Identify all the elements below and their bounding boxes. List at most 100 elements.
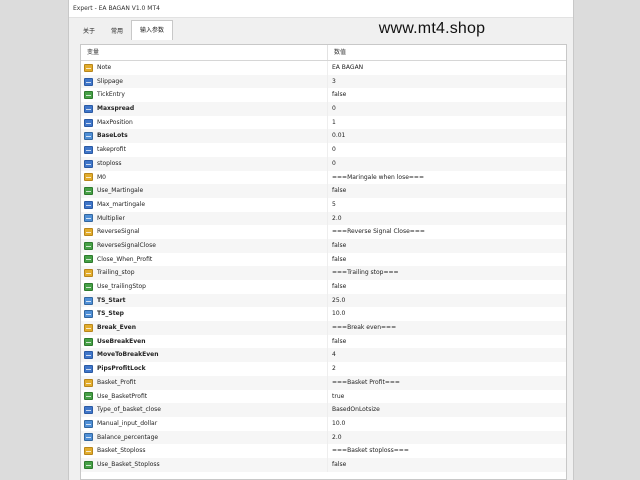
table-row[interactable]: Use_trailingStop false <box>81 280 566 294</box>
value-cell[interactable]: false <box>328 458 566 472</box>
table-row[interactable]: Use_BasketProfit true <box>81 389 566 404</box>
table-row[interactable]: stoploss 0 <box>81 156 566 171</box>
table-row[interactable]: MoveToBreakEven 4 <box>81 348 566 363</box>
variable-cell[interactable]: Max_martingale <box>81 197 328 212</box>
value-cell[interactable]: 0 <box>328 157 566 171</box>
value-cell[interactable]: false <box>328 253 566 267</box>
value-cell[interactable]: 4 <box>328 348 566 362</box>
table-row[interactable]: Basket_Stoploss ===Basket stoploss=== <box>81 444 566 458</box>
table-row[interactable]: Trailing_stop ===Trailing stop=== <box>81 266 566 280</box>
table-row[interactable]: ReverseSignal ===Reverse Signal Close=== <box>81 225 566 239</box>
variable-cell[interactable]: Multiplier <box>81 211 328 226</box>
tab-common[interactable]: 常用 <box>103 23 131 40</box>
column-header-value[interactable]: 数值 <box>328 45 566 60</box>
table-row[interactable]: ReverseSignalClose false <box>81 238 566 253</box>
variable-cell[interactable]: Use_Basket_Stoploss <box>81 457 328 472</box>
value-cell[interactable]: 5 <box>328 198 566 212</box>
inputs-table: 变量 数值 Note EA BAGAN Slippage 3 TickEntry fals… <box>80 44 567 480</box>
variable-cell[interactable]: Note <box>81 61 328 75</box>
column-header-variable[interactable]: 变量 <box>81 45 328 60</box>
table-row[interactable]: MaxPosition 1 <box>81 115 566 130</box>
table-row[interactable]: Close_When_Profit false <box>81 252 566 267</box>
table-row[interactable]: Type_of_basket_close BasedOnLotsize <box>81 403 566 417</box>
value-cell[interactable]: 2.0 <box>328 212 566 226</box>
variable-cell[interactable]: Use_trailingStop <box>81 280 328 294</box>
variable-cell[interactable]: MoveToBreakEven <box>81 348 328 363</box>
table-row[interactable]: UseBreakEven false <box>81 334 566 349</box>
table-row[interactable]: Slippage 3 <box>81 74 566 89</box>
value-cell[interactable]: ===Break even=== <box>328 321 566 335</box>
value-cell[interactable]: ===Basket stoploss=== <box>328 444 566 458</box>
value-cell[interactable]: false <box>328 88 566 102</box>
value-cell[interactable]: 0.01 <box>328 129 566 143</box>
value-cell[interactable]: EA BAGAN <box>328 61 566 75</box>
value-cell[interactable]: ===Reverse Signal Close=== <box>328 225 566 239</box>
table-row[interactable]: TickEntry false <box>81 88 566 103</box>
table-row[interactable]: takeprofit 0 <box>81 143 566 157</box>
table-row[interactable]: Note EA BAGAN <box>81 61 566 75</box>
variable-name: MaxPosition <box>97 118 133 126</box>
value-cell[interactable]: false <box>328 184 566 198</box>
value-cell[interactable]: 1 <box>328 116 566 130</box>
variable-cell[interactable]: Type_of_basket_close <box>81 403 328 417</box>
value-cell[interactable]: ===Trailing stop=== <box>328 266 566 280</box>
value-cell[interactable]: false <box>328 335 566 349</box>
variable-cell[interactable]: MaxPosition <box>81 115 328 130</box>
variable-cell[interactable]: Close_When_Profit <box>81 252 328 267</box>
table-row[interactable]: Balance_percentage 2.0 <box>81 430 566 445</box>
parameter-type-icon <box>84 337 93 346</box>
table-row[interactable]: Use_Martingale false <box>81 184 566 198</box>
value-cell[interactable]: BasedOnLotsize <box>328 403 566 417</box>
value-cell[interactable]: true <box>328 390 566 404</box>
variable-cell[interactable]: PipsProfitLock <box>81 362 328 376</box>
variable-cell[interactable]: Break_Even <box>81 321 328 335</box>
value-cell[interactable]: 10.0 <box>328 417 566 431</box>
variable-cell[interactable]: Basket_Profit <box>81 375 328 390</box>
value-cell[interactable]: 0 <box>328 143 566 157</box>
value-cell[interactable]: false <box>328 239 566 253</box>
variable-cell[interactable]: Basket_Stoploss <box>81 444 328 458</box>
variable-cell[interactable]: Use_Martingale <box>81 184 328 198</box>
table-row[interactable]: PipsProfitLock 2 <box>81 362 566 376</box>
value-cell[interactable]: ===Maringale when lose=== <box>328 171 566 185</box>
table-row[interactable]: BaseLots 0.01 <box>81 129 566 144</box>
variable-cell[interactable]: Maxspread <box>81 102 328 116</box>
tab-about[interactable]: 关于 <box>75 23 103 40</box>
variable-cell[interactable]: TickEntry <box>81 88 328 103</box>
value-cell[interactable]: false <box>328 280 566 294</box>
variable-cell[interactable]: Trailing_stop <box>81 266 328 280</box>
table-row[interactable]: TS_Start 25.0 <box>81 293 566 308</box>
variable-cell[interactable]: BaseLots <box>81 129 328 144</box>
value-cell[interactable]: 10.0 <box>328 307 566 321</box>
variable-cell[interactable]: TS_Step <box>81 307 328 322</box>
value-cell[interactable]: 2 <box>328 362 566 376</box>
variable-cell[interactable]: M0 <box>81 170 328 185</box>
table-row[interactable]: Maxspread 0 <box>81 102 566 116</box>
value-cell[interactable]: 3 <box>328 75 566 89</box>
variable-cell[interactable]: Manual_input_dollar <box>81 416 328 431</box>
value-cell[interactable]: 2.0 <box>328 431 566 445</box>
table-row[interactable]: Max_martingale 5 <box>81 197 566 212</box>
variable-cell[interactable]: Balance_percentage <box>81 430 328 445</box>
table-row[interactable]: M0 ===Maringale when lose=== <box>81 170 566 185</box>
variable-cell[interactable]: Slippage <box>81 74 328 89</box>
table-row[interactable]: Manual_input_dollar 10.0 <box>81 416 566 431</box>
variable-cell[interactable]: TS_Start <box>81 293 328 308</box>
variable-cell[interactable]: ReverseSignalClose <box>81 238 328 253</box>
parameter-type-icon <box>84 282 93 291</box>
value-cell[interactable]: 0 <box>328 102 566 116</box>
variable-cell[interactable]: ReverseSignal <box>81 225 328 239</box>
value-cell[interactable]: 25.0 <box>328 294 566 308</box>
table-row[interactable]: TS_Step 10.0 <box>81 307 566 322</box>
table-row[interactable]: Multiplier 2.0 <box>81 211 566 226</box>
parameter-type-icon <box>84 173 93 182</box>
tab-inputs[interactable]: 输入参数 <box>131 20 174 40</box>
variable-cell[interactable]: stoploss <box>81 156 328 171</box>
variable-cell[interactable]: takeprofit <box>81 143 328 157</box>
variable-cell[interactable]: Use_BasketProfit <box>81 389 328 404</box>
value-cell[interactable]: ===Basket Profit=== <box>328 376 566 390</box>
table-row[interactable]: Basket_Profit ===Basket Profit=== <box>81 375 566 390</box>
variable-cell[interactable]: UseBreakEven <box>81 334 328 349</box>
table-row[interactable]: Break_Even ===Break even=== <box>81 321 566 335</box>
table-row[interactable]: Use_Basket_Stoploss false <box>81 457 566 472</box>
